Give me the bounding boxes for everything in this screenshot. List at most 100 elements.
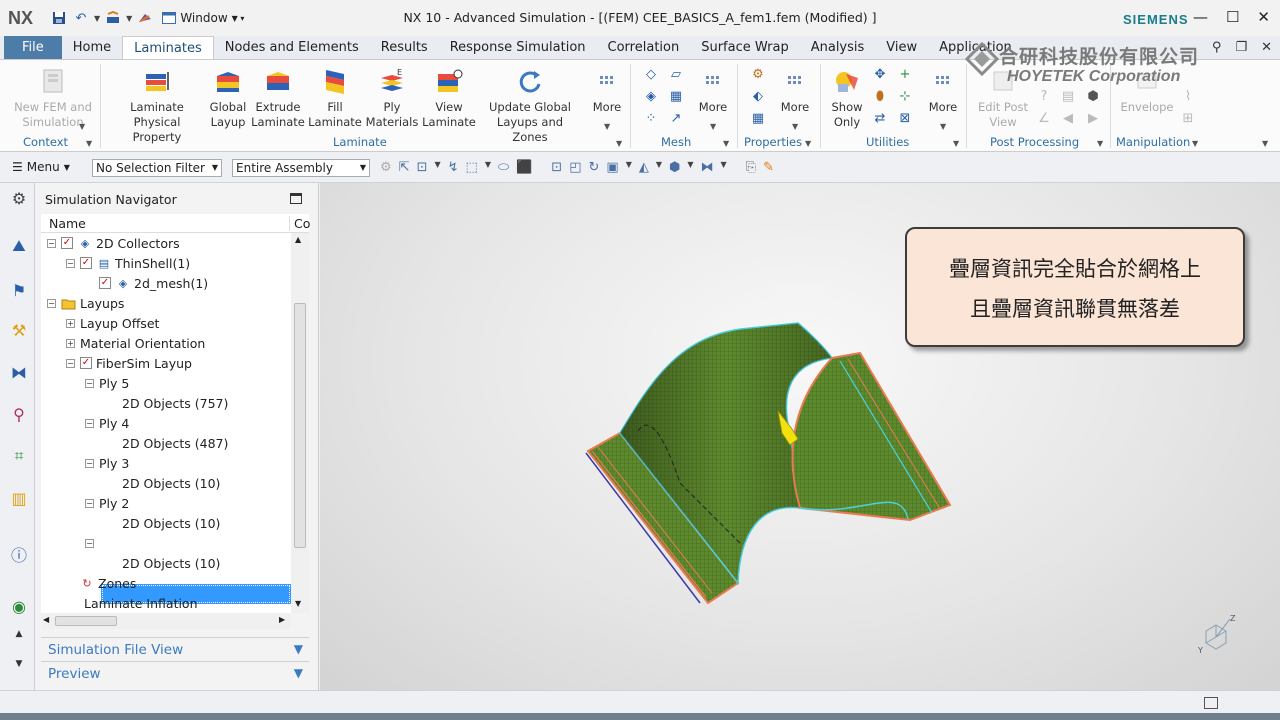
type-filter-dropdown-icon[interactable]: ▼ bbox=[434, 160, 440, 175]
mesh-mapped-icon[interactable]: ▱ bbox=[668, 66, 684, 82]
tree-node-zones[interactable]: ↻ Zones bbox=[79, 573, 136, 593]
mesh-group-dropdown-icon[interactable]: ▼ bbox=[723, 139, 729, 148]
mesh-collector-icon[interactable]: ⬖ bbox=[750, 88, 766, 104]
tree-node-ply-2[interactable]: − Ply 2 bbox=[85, 493, 129, 513]
tree-node-laminate-inflation[interactable]: Laminate Inflation bbox=[84, 593, 198, 613]
render-style-icon[interactable]: ◭ bbox=[639, 160, 649, 175]
tab-analysis[interactable]: Analysis bbox=[800, 36, 876, 59]
shaded-cube-dropdown-icon[interactable]: ▼ bbox=[687, 160, 693, 175]
tab-application[interactable]: Application bbox=[928, 36, 1023, 59]
mesh-curve-icon[interactable]: ↗ bbox=[668, 110, 684, 126]
utilities-more-dropdown-icon[interactable]: ▼ bbox=[940, 122, 946, 131]
touch-mode-icon[interactable] bbox=[136, 9, 154, 27]
split-icon[interactable]: ⊹ bbox=[897, 88, 913, 104]
rectangle-select-dropdown-icon[interactable]: ▼ bbox=[485, 160, 491, 175]
select-body-icon[interactable]: ⬭ bbox=[498, 160, 509, 175]
mesh-more-button[interactable]: More bbox=[694, 66, 732, 115]
physical-property-icon[interactable]: ⚙ bbox=[750, 66, 766, 82]
eraser-icon[interactable]: ⬮ bbox=[872, 88, 888, 104]
next-icon[interactable]: ▶ bbox=[1085, 110, 1101, 126]
context-group-dropdown-icon[interactable]: ▼ bbox=[86, 139, 92, 148]
tree-node-ply-5[interactable]: − Ply 5 bbox=[85, 373, 129, 393]
collapse-toggle-icon[interactable]: − bbox=[85, 538, 94, 548]
tree-node-2d-objects[interactable]: 2D Objects (10) bbox=[122, 553, 220, 573]
tree-node-layup-offset[interactable]: + Layup Offset bbox=[66, 313, 159, 333]
selection-filter-dropdown[interactable]: No Selection Filter ▼ bbox=[92, 159, 222, 177]
scroll-left-icon[interactable]: ◀ bbox=[43, 615, 49, 624]
zoom-icon[interactable]: ◰ bbox=[569, 160, 581, 175]
laminate-more-dropdown-icon[interactable]: ▼ bbox=[604, 122, 610, 131]
collapse-toggle-icon[interactable]: − bbox=[66, 258, 75, 268]
material-table-icon[interactable]: ▦ bbox=[750, 110, 766, 126]
tree-node-ply-3[interactable]: − Ply 3 bbox=[85, 453, 129, 473]
preview-panel[interactable]: Preview ▼ bbox=[41, 661, 309, 685]
expand-toggle-icon[interactable]: + bbox=[66, 318, 75, 328]
edit-post-view-button[interactable]: Edit Post View bbox=[972, 66, 1034, 130]
maximize-panel-icon[interactable] bbox=[290, 193, 302, 204]
scrollbar-thumb[interactable] bbox=[294, 303, 306, 548]
collapse-toggle-icon[interactable]: − bbox=[85, 458, 94, 468]
ribbon-options-dropdown-icon[interactable]: ▼ bbox=[1262, 139, 1268, 148]
tab-correlation[interactable]: Correlation bbox=[597, 36, 691, 59]
cube-icon[interactable]: ⬢ bbox=[1085, 88, 1101, 104]
node-icon[interactable]: ⊠ bbox=[897, 110, 913, 126]
rectangle-select-icon[interactable]: ⬚ bbox=[466, 160, 478, 175]
mesh-dependent-icon[interactable]: ◈ bbox=[643, 88, 659, 104]
tree-node-2d-objects[interactable]: 2D Objects (10) bbox=[122, 473, 220, 493]
graph-icon[interactable]: ∠ bbox=[1036, 110, 1052, 126]
part-navigator-icon[interactable]: ⚑ bbox=[8, 279, 30, 301]
envelope-button[interactable]: Envelope bbox=[1118, 66, 1176, 115]
tab-laminates[interactable]: Laminates bbox=[122, 36, 214, 59]
snapshot-icon[interactable]: ⎘ bbox=[746, 160, 756, 175]
help-search-icon[interactable]: ⚲ bbox=[1212, 40, 1222, 55]
view-laminate-button[interactable]: View Laminate bbox=[422, 66, 476, 130]
maximize-icon[interactable]: ☐ bbox=[1226, 8, 1239, 26]
mesh-surface-icon[interactable]: ▦ bbox=[668, 88, 684, 104]
manip-table-icon[interactable]: ⊞ bbox=[1180, 110, 1196, 126]
edit-section-icon[interactable]: ⧓ bbox=[701, 160, 714, 175]
rotate-icon[interactable]: ↻ bbox=[588, 160, 599, 175]
navigator-horizontal-scrollbar[interactable]: ◀ ▶ bbox=[41, 613, 291, 629]
tree-node-2d-objects[interactable]: 2D Objects (757) bbox=[122, 393, 228, 413]
previous-icon[interactable]: ◀ bbox=[1060, 110, 1076, 126]
checkbox-checked-icon[interactable]: ✓ bbox=[61, 237, 73, 249]
collapse-toggle-icon[interactable]: − bbox=[85, 498, 94, 508]
manip-graph-icon[interactable]: ⌇ bbox=[1180, 88, 1196, 104]
undo-icon[interactable]: ↶ bbox=[72, 9, 90, 27]
column-name[interactable]: Name bbox=[49, 216, 86, 231]
mesh-points-icon[interactable]: ⁘ bbox=[643, 110, 659, 126]
mesh-2d-icon[interactable]: ◇ bbox=[643, 66, 659, 82]
menu-button[interactable]: ☰ Menu ▼ bbox=[12, 160, 70, 174]
tab-response-simulation[interactable]: Response Simulation bbox=[439, 36, 597, 59]
tab-file[interactable]: File bbox=[4, 36, 62, 59]
tree-node-thinshell[interactable]: − ✓ ▤ ThinShell(1) bbox=[66, 253, 190, 273]
tree-node-ply-1[interactable]: − Ply 1 bbox=[85, 533, 129, 553]
add-icon[interactable]: + bbox=[897, 66, 913, 82]
extrude-laminate-button[interactable]: Extrude Laminate bbox=[251, 66, 305, 130]
scroll-right-icon[interactable]: ▶ bbox=[279, 615, 285, 624]
repeat-command-icon[interactable] bbox=[104, 9, 122, 27]
tab-nodes-and-elements[interactable]: Nodes and Elements bbox=[214, 36, 370, 59]
checkbox-checked-icon[interactable]: ✓ bbox=[80, 257, 92, 269]
fill-laminate-button[interactable]: Fill Laminate bbox=[308, 66, 362, 130]
utilities-more-button[interactable]: More bbox=[924, 66, 962, 115]
repeat-dropdown-icon[interactable]: ▼ bbox=[126, 14, 132, 23]
hide-icon[interactable]: ✥ bbox=[872, 66, 888, 82]
tab-results[interactable]: Results bbox=[370, 36, 439, 59]
assembly-navigator-icon[interactable]: ⚒ bbox=[8, 319, 30, 341]
scrollbar-thumb[interactable] bbox=[55, 616, 117, 626]
scroll-down-icon[interactable]: ▼ bbox=[8, 653, 30, 675]
tree-node-ply-4[interactable]: − Ply 4 bbox=[85, 413, 129, 433]
graphics-viewport[interactable]: 疊層資訊完全貼合於網格上 且疊層資訊聯貫無落差 Z Y bbox=[320, 183, 1280, 690]
global-layup-button[interactable]: Global Layup bbox=[208, 66, 248, 130]
legend-icon[interactable]: ▤ bbox=[1060, 88, 1076, 104]
tree-node-2d-objects[interactable]: 2D Objects (10) bbox=[122, 513, 220, 533]
new-fem-dropdown-icon[interactable]: ▼ bbox=[79, 122, 85, 131]
tree-node-2d-collectors[interactable]: − ✓ ◈ 2D Collectors bbox=[47, 233, 180, 253]
tab-surface-wrap[interactable]: Surface Wrap bbox=[690, 36, 800, 59]
select-solid-icon[interactable]: ⬛ bbox=[516, 160, 532, 175]
manipulation-group-dropdown-icon[interactable]: ▼ bbox=[1192, 139, 1198, 148]
tab-home[interactable]: Home bbox=[62, 36, 122, 59]
collapse-toggle-icon[interactable]: − bbox=[47, 238, 56, 248]
laminate-more-button[interactable]: More bbox=[588, 66, 626, 115]
